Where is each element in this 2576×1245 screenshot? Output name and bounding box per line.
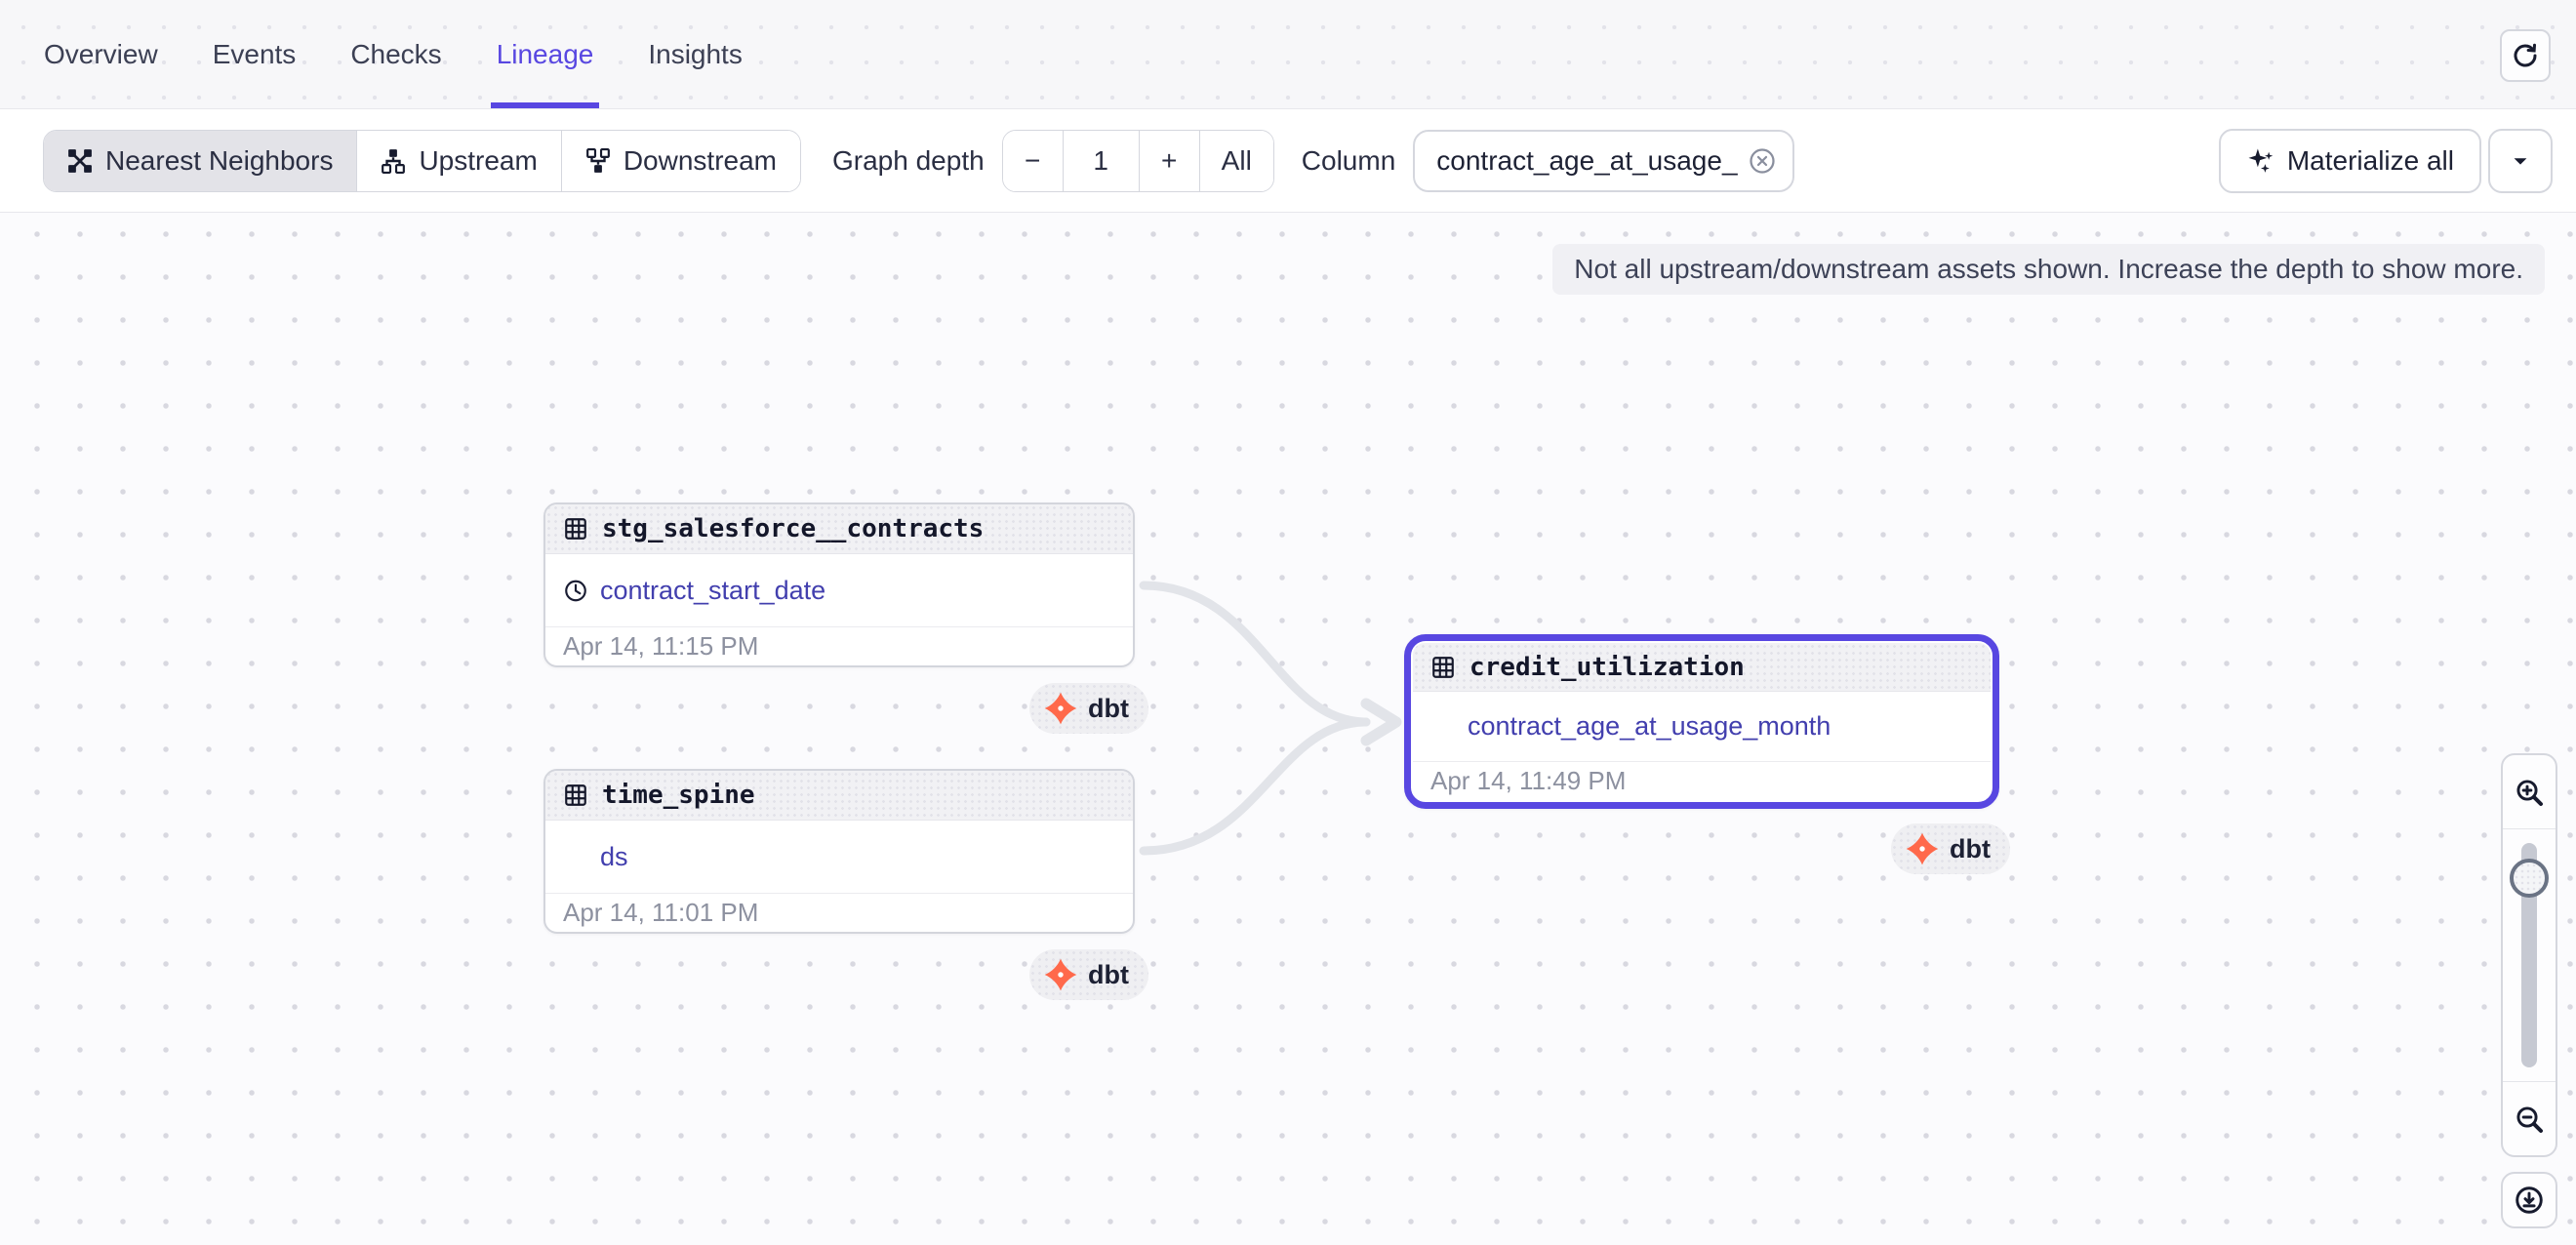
dbt-badge[interactable]: dbt — [1029, 683, 1148, 734]
download-circle-icon — [2514, 1185, 2545, 1216]
tab-lineage[interactable]: Lineage — [497, 0, 594, 108]
graph-depth-stepper: − 1 + All — [1002, 130, 1274, 192]
node-header: time_spine — [545, 771, 1133, 821]
lineage-toolbar: Nearest Neighbors Upstream — [0, 109, 2576, 213]
view-mode-label: Nearest Neighbors — [105, 145, 333, 177]
lineage-edges — [0, 213, 2576, 1245]
lineage-canvas[interactable]: Not all upstream/downstream assets shown… — [0, 213, 2576, 1245]
node-column-name: ds — [600, 842, 628, 872]
node-title: time_spine — [602, 781, 755, 810]
node-column-row[interactable]: contract_age_at_usage_month — [1413, 692, 1991, 761]
table-icon — [563, 783, 588, 808]
column-filter-value: contract_age_at_usage_ — [1436, 145, 1737, 177]
lineage-node-time-spine[interactable]: time_spine ds Apr 14, 11:01 PM — [543, 769, 1135, 934]
view-mode-switcher: Nearest Neighbors Upstream — [43, 130, 801, 192]
depth-decrement-button[interactable]: − — [1003, 131, 1064, 191]
depth-value: 1 — [1064, 131, 1140, 191]
view-mode-upstream[interactable]: Upstream — [357, 131, 561, 191]
dbt-badge-label: dbt — [1950, 834, 1991, 864]
node-title: credit_utilization — [1469, 653, 1745, 682]
dbt-logo-icon — [1905, 831, 1940, 866]
graph-depth-label: Graph depth — [832, 145, 985, 177]
tab-checks[interactable]: Checks — [350, 0, 441, 108]
nearest-neighbors-icon — [67, 148, 93, 174]
zoom-control-panel — [2501, 753, 2557, 1157]
table-icon — [1430, 655, 1456, 680]
dbt-badge[interactable]: dbt — [1029, 949, 1148, 1000]
lineage-node-credit-utilization[interactable]: credit_utilization contract_age_at_usage… — [1404, 634, 1999, 809]
view-mode-label: Downstream — [624, 145, 777, 177]
lineage-page: Overview Events Checks Lineage Insights — [0, 0, 2576, 1245]
node-timestamp: Apr 14, 11:49 PM — [1413, 761, 1991, 800]
tab-events[interactable]: Events — [213, 0, 297, 108]
materialize-all-label: Materialize all — [2287, 145, 2454, 177]
node-column-name: contract_start_date — [600, 576, 825, 606]
sparkles-icon — [2246, 146, 2275, 176]
dbt-badge-label: dbt — [1088, 694, 1129, 724]
materialize-all-button[interactable]: Materialize all — [2219, 129, 2481, 193]
zoom-slider — [2503, 829, 2556, 1081]
view-mode-downstream[interactable]: Downstream — [562, 131, 800, 191]
view-mode-label: Upstream — [419, 145, 537, 177]
view-mode-nearest-neighbors[interactable]: Nearest Neighbors — [44, 131, 357, 191]
nav-tabs: Overview Events Checks Lineage Insights — [44, 0, 743, 108]
upstream-icon — [381, 148, 406, 174]
dbt-logo-icon — [1043, 957, 1078, 992]
node-column-row[interactable]: contract_start_date — [545, 554, 1133, 626]
column-filter-chip[interactable]: contract_age_at_usage_ — [1413, 130, 1793, 192]
clock-icon — [563, 578, 588, 604]
dbt-logo-icon — [1043, 691, 1078, 726]
caret-down-icon — [2510, 150, 2531, 172]
tab-overview[interactable]: Overview — [44, 0, 158, 108]
node-column-row[interactable]: ds — [545, 821, 1133, 893]
zoom-out-button[interactable] — [2503, 1081, 2556, 1155]
lineage-node-stg-salesforce-contracts[interactable]: stg_salesforce__contracts contract_start… — [543, 502, 1135, 667]
zoom-slider-handle[interactable] — [2510, 859, 2549, 898]
node-title: stg_salesforce__contracts — [602, 514, 984, 543]
node-header: stg_salesforce__contracts — [545, 504, 1133, 554]
tab-insights[interactable]: Insights — [648, 0, 743, 108]
refresh-icon — [2511, 41, 2540, 70]
zoom-in-icon — [2514, 777, 2545, 808]
circle-x-icon[interactable] — [1748, 146, 1777, 176]
zoom-in-button[interactable] — [2503, 755, 2556, 829]
node-timestamp: Apr 14, 11:15 PM — [545, 626, 1133, 665]
depth-increment-button[interactable]: + — [1140, 131, 1200, 191]
refresh-button[interactable] — [2500, 29, 2551, 82]
materialize-dropdown-button[interactable] — [2488, 129, 2553, 193]
materialize-split-button: Materialize all — [2219, 129, 2553, 193]
column-filter-label: Column — [1302, 145, 1395, 177]
top-nav: Overview Events Checks Lineage Insights — [0, 0, 2576, 109]
depth-notice-banner: Not all upstream/downstream assets shown… — [1552, 244, 2545, 295]
dbt-badge[interactable]: dbt — [1891, 823, 2010, 874]
node-timestamp: Apr 14, 11:01 PM — [545, 893, 1133, 932]
dbt-badge-label: dbt — [1088, 960, 1129, 990]
node-column-name: contract_age_at_usage_month — [1468, 711, 1831, 742]
download-snapshot-button[interactable] — [2501, 1172, 2557, 1228]
downstream-icon — [585, 148, 611, 174]
node-header: credit_utilization — [1413, 643, 1991, 692]
depth-all-button[interactable]: All — [1200, 131, 1273, 191]
table-icon — [563, 516, 588, 542]
zoom-out-icon — [2514, 1104, 2545, 1135]
